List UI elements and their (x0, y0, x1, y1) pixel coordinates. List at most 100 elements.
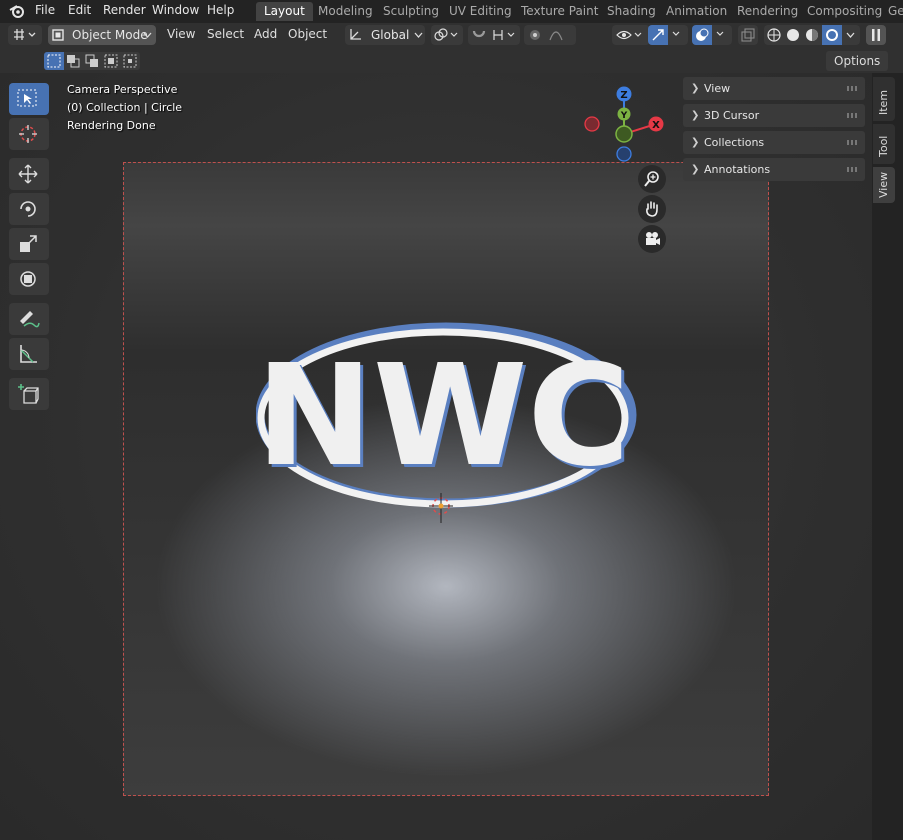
tab-layout[interactable]: Layout (256, 2, 313, 21)
menu-window[interactable]: Window (152, 3, 199, 17)
tab-texture-paint[interactable]: Texture Paint (521, 2, 598, 21)
header-menu-object[interactable]: Object (288, 27, 327, 41)
gizmo-z-label: Z (620, 90, 627, 101)
menu-render[interactable]: Render (103, 3, 146, 17)
navigation-gizmo[interactable]: Z Y X (580, 82, 668, 166)
ruler-icon (20, 345, 37, 363)
mode-dropdown[interactable]: Object Mode (48, 25, 156, 45)
select-box-tool[interactable] (9, 83, 49, 115)
tool-settings-bar: Options (0, 47, 903, 73)
transform-tool[interactable] (9, 263, 49, 295)
chevron-down-icon (846, 32, 855, 38)
editor-type-icon (14, 29, 36, 40)
npanel-section-collections[interactable]: ❯ Collections (683, 131, 865, 154)
npanel-section-annotations[interactable]: ❯ Annotations (683, 158, 865, 181)
snapping-dropdown[interactable] (468, 25, 520, 45)
header-menu-add[interactable]: Add (254, 27, 277, 41)
options-dropdown[interactable]: Options (826, 51, 889, 71)
menu-help[interactable]: Help (207, 3, 234, 17)
drag-handle-icon[interactable] (847, 86, 859, 91)
tab-item[interactable]: Item (873, 77, 895, 121)
zoom-button[interactable] (638, 165, 666, 193)
object-visibility-dropdown[interactable] (612, 25, 650, 45)
npanel-tabs: Item Tool View (872, 73, 903, 840)
shading-mode-group[interactable] (764, 25, 860, 45)
rotate-tool[interactable] (9, 193, 49, 225)
proportional-editing[interactable] (524, 25, 576, 45)
transform-orientation-icon (350, 29, 361, 40)
overlays-icon (696, 28, 724, 41)
scale-tool[interactable] (9, 228, 49, 260)
tab-shading[interactable]: Shading (607, 2, 656, 21)
drag-handle-icon[interactable] (847, 113, 859, 118)
drag-handle-icon[interactable] (847, 140, 859, 145)
object-mode-icon (52, 29, 64, 41)
pause-render-button[interactable] (866, 25, 886, 45)
logo-text: NWC (256, 335, 630, 498)
tab-sculpting[interactable]: Sculpting (383, 2, 439, 21)
selection-mode-group (44, 52, 140, 70)
npanel-section-label: View (704, 82, 731, 95)
pivot-icon (434, 28, 458, 41)
tab-view[interactable]: View (873, 167, 895, 203)
xray-icon (741, 28, 755, 42)
tab-uv-editing[interactable]: UV Editing (449, 2, 512, 21)
tab-animation[interactable]: Animation (666, 2, 727, 21)
pause-icon (872, 29, 880, 41)
header-menu-view[interactable]: View (167, 27, 195, 41)
material-preview-icon[interactable] (805, 28, 819, 42)
chevron-down-icon (414, 32, 423, 38)
orientation-dropdown[interactable]: Global (345, 25, 425, 45)
tab-tool-label: Tool (877, 135, 890, 157)
tab-geometry-nodes[interactable]: Ge (888, 2, 903, 21)
xray-toggle[interactable] (738, 25, 758, 45)
header-menu-select[interactable]: Select (207, 27, 244, 41)
eye-icon (616, 30, 642, 40)
select-box-icon (17, 89, 37, 107)
chevron-down-icon (143, 32, 152, 38)
blender-logo-icon[interactable] (9, 3, 26, 20)
camera-frame: NWC NWC (123, 162, 769, 796)
add-cube-tool[interactable] (9, 378, 49, 410)
select-subtract-icon[interactable] (85, 54, 99, 68)
chevron-right-icon: ❯ (691, 83, 700, 94)
npanel-section-view[interactable]: ❯ View (683, 77, 865, 100)
editor-type-button[interactable] (8, 25, 42, 45)
drag-handle-icon[interactable] (847, 167, 859, 172)
tab-compositing[interactable]: Compositing (807, 2, 882, 21)
select-new-icon[interactable] (47, 54, 61, 68)
pencil-icon (20, 311, 40, 328)
rotate-icon (20, 201, 36, 217)
annotate-tool[interactable] (9, 303, 49, 335)
cursor-tool[interactable] (9, 118, 49, 150)
menu-file[interactable]: File (35, 3, 55, 17)
overlays-toggle[interactable] (692, 25, 732, 45)
gizmo-toggle[interactable] (648, 25, 688, 45)
solid-shading-icon[interactable] (786, 28, 800, 42)
tab-item-label: Item (877, 89, 890, 115)
wireframe-shading-icon[interactable] (767, 28, 781, 42)
pan-button[interactable] (638, 195, 666, 223)
measure-tool[interactable] (9, 338, 49, 370)
pivot-point-dropdown[interactable] (431, 25, 463, 45)
tab-rendering[interactable]: Rendering (737, 2, 798, 21)
npanel-section-3d-cursor[interactable]: ❯ 3D Cursor (683, 104, 865, 127)
magnet-icon (472, 30, 515, 40)
rendered-shading-icon[interactable] (825, 28, 839, 42)
gizmo-y-label: Y (620, 111, 628, 121)
move-tool[interactable] (9, 158, 49, 190)
3d-cursor-icon (429, 493, 453, 523)
select-invert-icon[interactable] (104, 54, 118, 68)
menu-edit[interactable]: Edit (68, 3, 91, 17)
mode-label: Object Mode (72, 28, 148, 42)
tab-modeling[interactable]: Modeling (318, 2, 373, 21)
view-info-render-status: Rendering Done (67, 119, 156, 132)
select-intersect-icon[interactable] (123, 54, 137, 68)
select-extend-icon[interactable] (66, 54, 80, 68)
orientation-label: Global (371, 28, 410, 42)
add-cube-icon (18, 384, 39, 404)
transform-icon (20, 271, 36, 287)
tab-tool[interactable]: Tool (873, 124, 895, 164)
camera-view-button[interactable] (638, 225, 666, 253)
nwc-logo: NWC NWC (256, 322, 637, 508)
